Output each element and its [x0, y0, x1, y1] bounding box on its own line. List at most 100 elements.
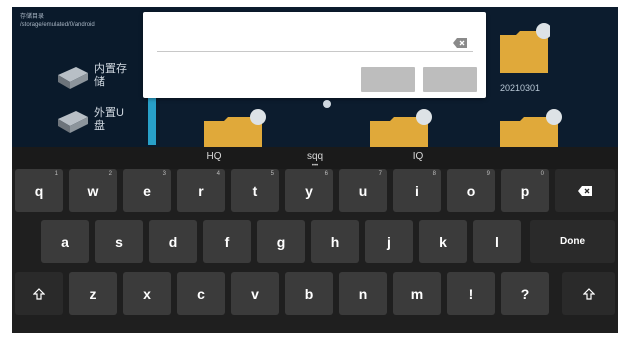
key-number-hint: 5 [270, 171, 274, 177]
key-label: p [520, 182, 530, 199]
app-screen: 存储目录 /storage/emulated/0/android 内置存储 外置… [12, 7, 618, 333]
key-label: a [61, 233, 69, 250]
key-label: j [387, 233, 391, 250]
key-i[interactable]: i8 [393, 169, 441, 212]
key-number-hint: 6 [324, 171, 328, 177]
key-label: d [168, 233, 178, 250]
key-label: k [439, 233, 447, 250]
key-number-hint: 2 [108, 171, 112, 177]
suggestion-bar: HQ sqq ••• IQ [12, 147, 618, 169]
shift-icon [582, 287, 595, 300]
key-label: x [143, 285, 151, 302]
key-label: h [330, 233, 340, 250]
on-screen-keyboard: HQ sqq ••• IQ q1w2e3r4t5y6u7i8o9p0asdfgh… [12, 147, 618, 333]
backspace-key[interactable] [555, 169, 615, 212]
suggestion-item[interactable]: HQ [174, 151, 254, 162]
sidebar-item-label: 内置存储 [94, 63, 127, 88]
folder-icon[interactable] [498, 21, 550, 75]
key-z[interactable]: z [69, 272, 117, 315]
key-label: t [252, 182, 258, 199]
key-number-hint: 7 [378, 171, 382, 177]
folder-icon[interactable] [498, 107, 562, 147]
key-label: r [198, 182, 204, 199]
key-p[interactable]: p0 [501, 169, 549, 212]
key-number-hint: 9 [486, 171, 490, 177]
key-y[interactable]: y6 [285, 169, 333, 212]
key-label: l [495, 233, 499, 250]
key-label: m [410, 285, 424, 302]
key-question[interactable]: ? [501, 272, 549, 315]
key-e[interactable]: e3 [123, 169, 171, 212]
key-w[interactable]: w2 [69, 169, 117, 212]
suggestion-item-label: sqq [306, 151, 324, 162]
key-label: u [358, 182, 368, 199]
key-number-hint: 0 [540, 171, 544, 177]
key-j[interactable]: j [365, 220, 413, 263]
key-q[interactable]: q1 [15, 169, 63, 212]
key-r[interactable]: r4 [177, 169, 225, 212]
hard-drive-icon [58, 67, 88, 89]
shift-key-left[interactable] [15, 272, 63, 315]
key-m[interactable]: m [393, 272, 441, 315]
key-l[interactable]: l [473, 220, 521, 263]
storage-sidebar: 存储目录 /storage/emulated/0/android 内置存储 外置… [12, 7, 160, 147]
suggestion-item[interactable]: IQ [378, 151, 458, 162]
key-label: s [115, 233, 123, 250]
key-f[interactable]: f [203, 220, 251, 263]
key-label: Done [560, 236, 585, 247]
key-label: n [358, 285, 368, 302]
key-label: e [143, 182, 151, 199]
key-d[interactable]: d [149, 220, 197, 263]
folder-icon[interactable] [368, 107, 432, 147]
sidebar-item-internal-storage[interactable]: 内置存储 [12, 57, 160, 101]
key-number-hint: 3 [162, 171, 166, 177]
key-number-hint: 4 [216, 171, 220, 177]
storage-path: 存储目录 /storage/emulated/0/android [20, 14, 95, 28]
key-label: g [276, 233, 286, 250]
key-label: c [197, 285, 205, 302]
key-label: w [87, 182, 99, 199]
key-k[interactable]: k [419, 220, 467, 263]
dialog-cancel-button[interactable] [361, 67, 415, 92]
sidebar-item-label: 外置U盘 [94, 107, 124, 132]
key-label: o [466, 182, 476, 199]
key-label: ! [468, 285, 474, 302]
key-b[interactable]: b [285, 272, 333, 315]
key-c[interactable]: c [177, 272, 225, 315]
done-key[interactable]: Done [530, 220, 615, 263]
input-dialog [143, 12, 486, 98]
folder-icon[interactable] [202, 107, 266, 147]
backspace-icon [578, 185, 592, 196]
key-a[interactable]: a [41, 220, 89, 263]
key-number-hint: 8 [432, 171, 436, 177]
key-label: f [224, 233, 230, 250]
key-t[interactable]: t5 [231, 169, 279, 212]
key-label: q [34, 182, 44, 199]
backspace-icon[interactable] [453, 38, 467, 48]
key-label: i [415, 182, 419, 199]
key-label: ? [520, 285, 530, 302]
key-h[interactable]: h [311, 220, 359, 263]
folder-name-label: 20210301 [500, 83, 541, 93]
key-o[interactable]: o9 [447, 169, 495, 212]
key-n[interactable]: n [339, 272, 387, 315]
dialog-confirm-button[interactable] [423, 67, 477, 92]
key-label: z [89, 285, 97, 302]
key-label: b [304, 285, 314, 302]
shift-key-right[interactable] [562, 272, 615, 315]
hard-drive-icon [58, 111, 88, 133]
dialog-text-input[interactable] [157, 36, 473, 52]
key-exclamation[interactable]: ! [447, 272, 495, 315]
key-v[interactable]: v [231, 272, 279, 315]
suggestion-item[interactable]: sqq ••• [275, 151, 355, 169]
key-label: y [305, 182, 313, 199]
shift-icon [33, 287, 45, 300]
sidebar-item-external-usb[interactable]: 外置U盘 [12, 101, 160, 145]
page-indicator-dot [323, 100, 331, 108]
key-u[interactable]: u7 [339, 169, 387, 212]
key-g[interactable]: g [257, 220, 305, 263]
key-label: v [251, 285, 259, 302]
key-number-hint: 1 [54, 171, 58, 177]
key-s[interactable]: s [95, 220, 143, 263]
key-x[interactable]: x [123, 272, 171, 315]
